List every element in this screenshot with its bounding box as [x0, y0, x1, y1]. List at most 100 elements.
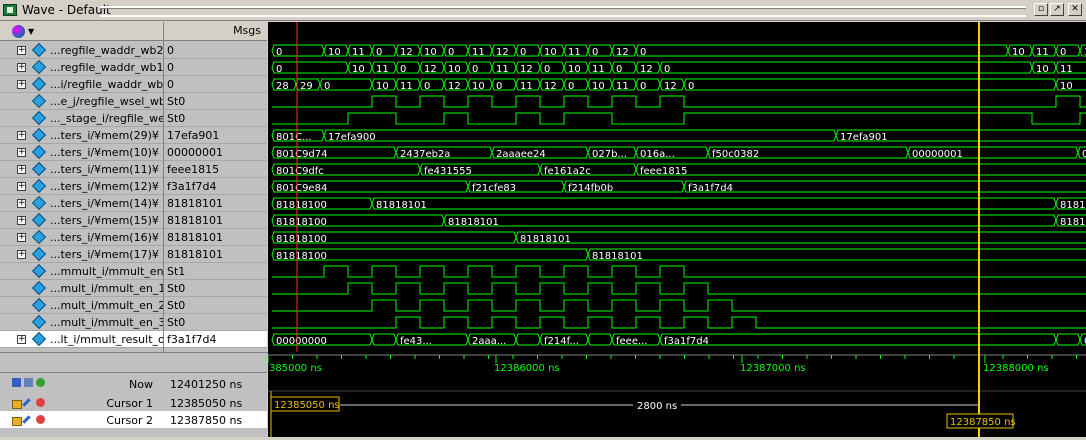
- expand-icon[interactable]: +: [17, 131, 26, 140]
- titlebar-grip[interactable]: [100, 6, 1026, 17]
- bus-value-label: 17efa901: [840, 132, 888, 143]
- signal-row[interactable]: ...mult_i/mmult_en_3: [0, 314, 163, 331]
- expand-icon[interactable]: +: [17, 233, 26, 242]
- expand-icon[interactable]: +: [17, 63, 26, 72]
- waveform-canvas[interactable]: 0101101210011120101101201011010101101210…: [268, 22, 1086, 352]
- signal-value[interactable]: f3a1f7d4: [164, 331, 267, 348]
- cursor1-label[interactable]: Cursor 1: [106, 397, 153, 410]
- signal-row[interactable]: + ...ters_i/¥mem(10)¥: [0, 144, 163, 161]
- bus-value-label: 10: [1060, 81, 1073, 92]
- signal-row[interactable]: ...mult_i/mmult_en_1: [0, 280, 163, 297]
- signal-row[interactable]: + ...ters_i/¥mem(16)¥: [0, 229, 163, 246]
- lock-icon[interactable]: [12, 400, 22, 409]
- signal-value[interactable]: 00000001: [164, 144, 267, 161]
- bus-value-label: 0: [664, 64, 670, 75]
- bus-value-label: f50c0382: [712, 149, 759, 160]
- pen-icon[interactable]: [22, 398, 31, 407]
- bus-segment: 10: [1007, 44, 1033, 58]
- waveform-pane[interactable]: 0101101210011120101101201011010101101210…: [268, 22, 1086, 352]
- signal-row[interactable]: + ...ters_i/¥mem(17)¥: [0, 246, 163, 263]
- expand-icon[interactable]: +: [17, 165, 26, 174]
- cursor2-value[interactable]: 12387850 ns: [170, 414, 242, 427]
- signal-name: ...ters_i/¥mem(17)¥: [50, 248, 159, 261]
- cursor-time-canvas[interactable]: 12385050 ns 2800 ns 12387850 ns: [268, 372, 1086, 437]
- signal-name: ...ters_i/¥mem(15)¥: [50, 214, 159, 227]
- signal-row[interactable]: + ...regfile_waddr_wb1: [0, 59, 163, 76]
- bus-segment: 2aaaee24: [491, 146, 589, 160]
- bus-value-label: 12: [496, 47, 509, 58]
- signal-name: ...ters_i/¥mem(14)¥: [50, 197, 159, 210]
- signal-group-icon[interactable]: [12, 25, 25, 38]
- signal-row[interactable]: + ...ters_i/¥mem(14)¥: [0, 195, 163, 212]
- signal-value[interactable]: St0: [164, 110, 267, 127]
- signal-value[interactable]: f3a1f7d4: [164, 178, 267, 195]
- bus-segment: 10: [419, 44, 445, 58]
- add-cursor-icon[interactable]: [36, 378, 45, 387]
- signal-value[interactable]: 81818101: [164, 229, 267, 246]
- cursor-view-icon[interactable]: [24, 378, 33, 387]
- bus-value-label: 12: [664, 81, 677, 92]
- time-ruler[interactable]: 385000 ns 12386000 ns 12387000 ns 12388000 …: [267, 352, 1086, 374]
- signal-row[interactable]: ..._stage_i/regfile_we: [0, 110, 163, 127]
- bus-value-label: 801C9d74: [276, 149, 328, 160]
- signal-row[interactable]: + ...ters_i/¥mem(29)¥: [0, 127, 163, 144]
- expand-icon[interactable]: +: [17, 199, 26, 208]
- expand-icon[interactable]: +: [17, 216, 26, 225]
- signal-row[interactable]: + ...ters_i/¥mem(12)¥: [0, 178, 163, 195]
- signal-value[interactable]: 0: [164, 76, 267, 93]
- expand-icon[interactable]: +: [17, 250, 26, 259]
- signal-value[interactable]: St0: [164, 93, 267, 110]
- signal-value[interactable]: 81818101: [164, 212, 267, 229]
- signal-value[interactable]: 81818101: [164, 246, 267, 263]
- signal-row[interactable]: + ...regfile_waddr_wb2: [0, 42, 163, 59]
- dropdown-arrow-icon[interactable]: ▼: [28, 27, 34, 36]
- cursor2-label[interactable]: Cursor 2: [106, 414, 153, 427]
- expand-icon[interactable]: +: [17, 80, 26, 89]
- expand-icon[interactable]: +: [17, 182, 26, 191]
- bus-value-label: fe161a2c: [544, 166, 591, 177]
- bus-segment: 10: [563, 61, 589, 75]
- bus-segment: 10: [443, 61, 469, 75]
- pen-icon[interactable]: [22, 415, 31, 424]
- bus-value-label: 11: [592, 64, 605, 75]
- bus-value-label: 10: [568, 64, 581, 75]
- signal-row[interactable]: ...e_j/regfile_wsel_wb: [0, 93, 163, 110]
- signal-value[interactable]: 0: [164, 59, 267, 76]
- signal-row[interactable]: ...mmult_i/mmult_en_i: [0, 263, 163, 280]
- cursor2-tag-text: 12387850 ns: [950, 417, 1016, 428]
- delete-cursor-icon[interactable]: [36, 415, 45, 424]
- signal-value[interactable]: St0: [164, 280, 267, 297]
- restore-button[interactable]: ▫: [1034, 3, 1048, 16]
- expand-icon[interactable]: +: [17, 335, 26, 344]
- signal-row[interactable]: + ...ters_i/¥mem(11)¥: [0, 161, 163, 178]
- expand-icon[interactable]: +: [17, 148, 26, 157]
- bus-segment: f214f...: [539, 333, 589, 347]
- close-button[interactable]: ✕: [1068, 3, 1082, 16]
- bus-value-label: 10: [592, 81, 605, 92]
- lock-icon[interactable]: [12, 417, 22, 426]
- bus-value-label: fe431555: [424, 166, 472, 177]
- signal-row[interactable]: + ...i/regfile_waddr_wb: [0, 76, 163, 93]
- signal-diamond-icon: [31, 93, 47, 109]
- signal-value[interactable]: 81818101: [164, 195, 267, 212]
- signal-value[interactable]: St0: [164, 314, 267, 331]
- signal-diamond-icon: [31, 161, 47, 177]
- expand-icon[interactable]: +: [17, 46, 26, 55]
- signal-name: ...mult_i/mmult_en_1: [50, 282, 163, 295]
- signal-value[interactable]: 17efa901: [164, 127, 267, 144]
- delete-cursor-icon[interactable]: [36, 398, 45, 407]
- undock-button[interactable]: ↗: [1050, 3, 1064, 16]
- signal-row[interactable]: ...mult_i/mmult_en_2: [0, 297, 163, 314]
- signal-value[interactable]: feee1815: [164, 161, 267, 178]
- cursor1-value[interactable]: 12385050 ns: [170, 397, 242, 410]
- signal-value[interactable]: St0: [164, 297, 267, 314]
- signal-row[interactable]: + ...lt_i/mmult_result_o: [0, 331, 163, 348]
- signal-name: ...lt_i/mmult_result_o: [50, 333, 163, 346]
- signal-value[interactable]: 0: [164, 42, 267, 59]
- wave-window-icon: [3, 4, 17, 16]
- signal-value[interactable]: St1: [164, 263, 267, 280]
- signal-row[interactable]: + ...ters_i/¥mem(15)¥: [0, 212, 163, 229]
- signal-values-pane: Msgs 0 0 0 St0 St0 17efa901 00000001 feee1815 f3…: [163, 22, 267, 352]
- cursor-add-icon[interactable]: [12, 378, 21, 387]
- bus-value-label: 0: [1060, 47, 1066, 58]
